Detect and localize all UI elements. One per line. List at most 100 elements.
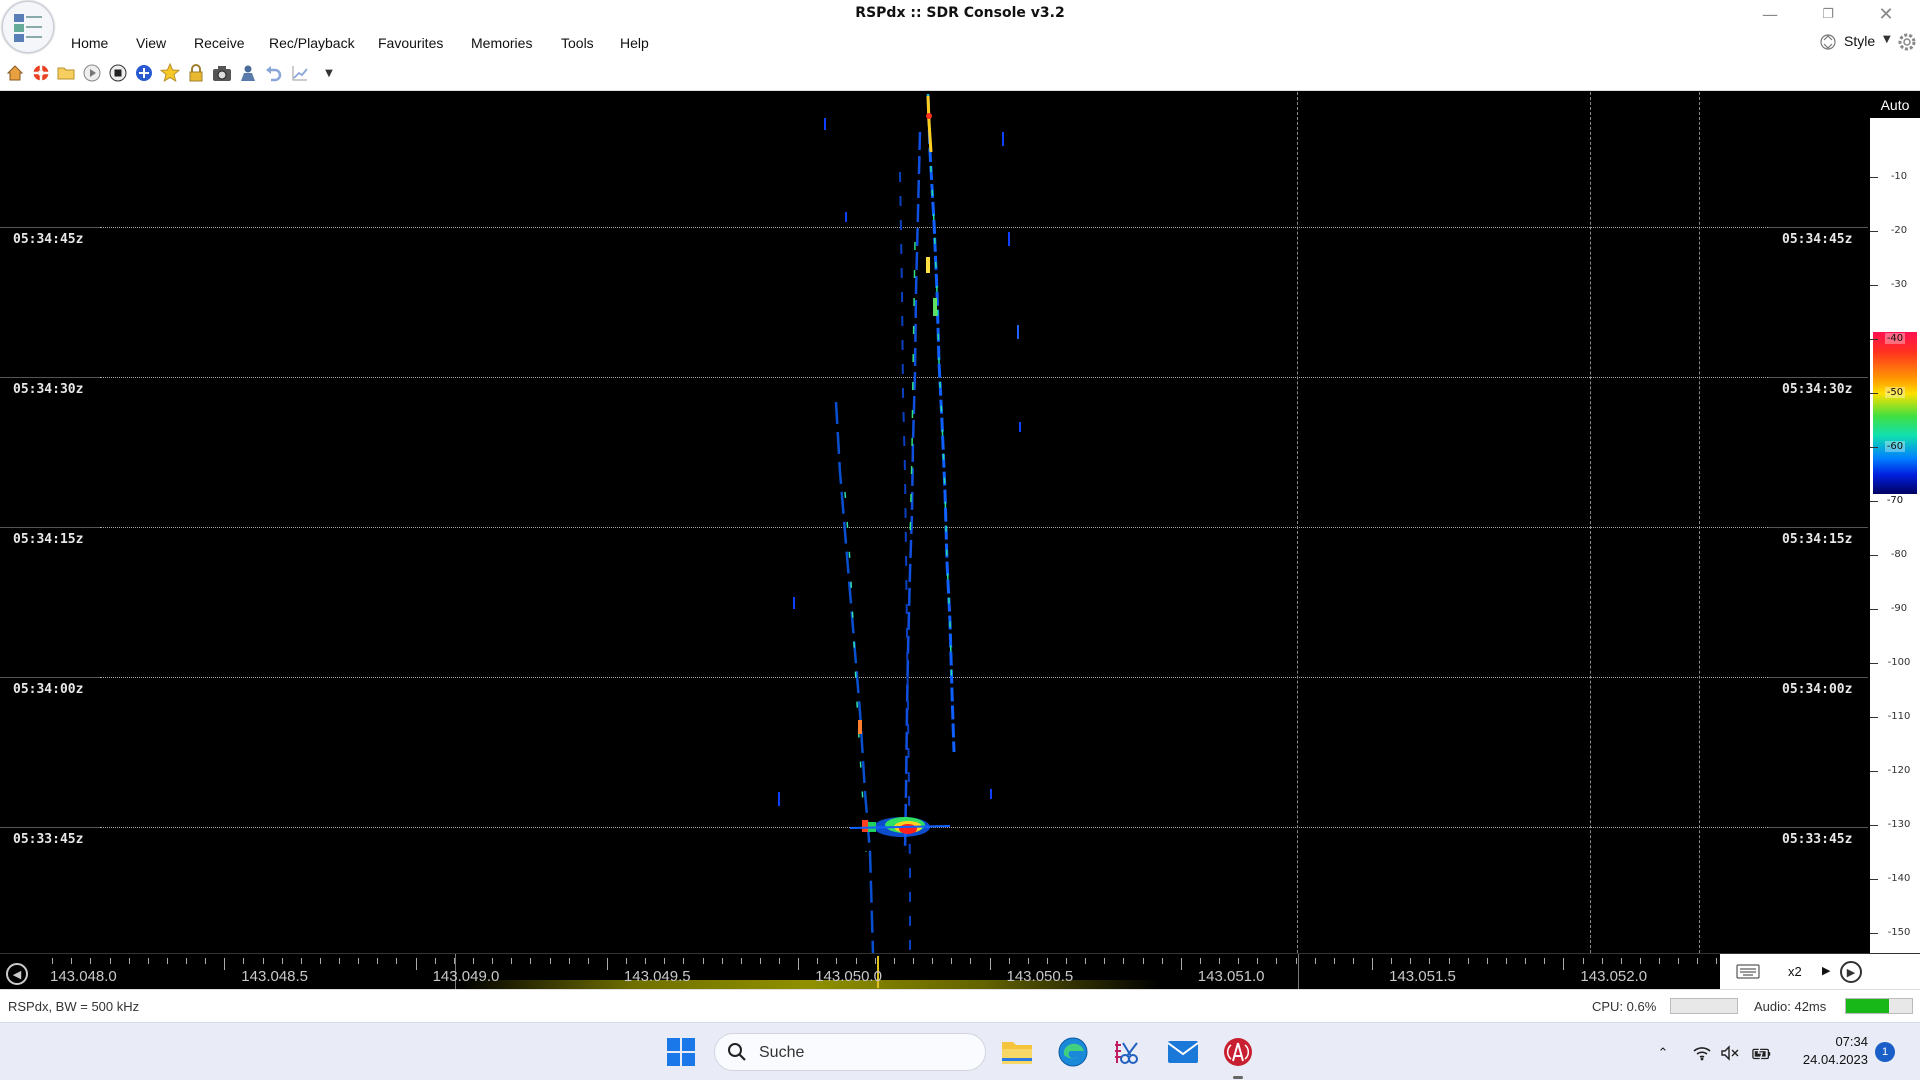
frequency-tick [396, 958, 398, 964]
frequency-tick [568, 958, 570, 964]
db-tick-label: -150 [1887, 927, 1911, 938]
speaker-muted-icon[interactable] [1720, 1043, 1740, 1063]
tray-overflow-icon[interactable]: ⌃ [1653, 1043, 1673, 1063]
frequency-label: 143.050.0 [815, 968, 882, 985]
frequency-tick [224, 958, 226, 970]
frequency-tick [1238, 958, 1240, 964]
device-info: RSPdx, BW = 500 kHz [8, 999, 140, 1014]
folder-icon[interactable] [56, 63, 76, 83]
windows-start-icon[interactable] [664, 1035, 698, 1069]
graph-icon[interactable] [290, 63, 310, 83]
lock-icon[interactable] [186, 63, 206, 83]
frequency-label: 143.049.0 [432, 968, 500, 985]
style-menu[interactable]: Style [1844, 33, 1875, 49]
title-bar: RSPdx :: SDR Console v3.2 — ❐ ✕ [0, 0, 1920, 28]
frequency-tick [855, 958, 857, 964]
frequency-tick [836, 958, 838, 964]
home-icon[interactable] [5, 63, 25, 83]
notification-badge[interactable]: 1 [1875, 1042, 1895, 1062]
scroll-left-button[interactable]: ◀ [6, 963, 28, 985]
arrow-left-icon: ◀ [12, 967, 22, 981]
menu-receive[interactable]: Receive [194, 35, 245, 51]
db-tick-mark [1870, 771, 1878, 772]
stop-icon[interactable] [108, 63, 128, 83]
style-dropdown-icon[interactable]: ▼ [1883, 34, 1891, 45]
minimize-button[interactable]: — [1742, 0, 1798, 28]
frequency-tick [1678, 958, 1680, 964]
lifebuoy-icon[interactable] [31, 63, 51, 83]
auto-scale-button[interactable]: Auto [1870, 92, 1920, 118]
db-tick-label: -120 [1887, 765, 1911, 776]
menu-memories[interactable]: Memories [471, 35, 532, 51]
waterfall-display[interactable]: 05:34:45z 05:34:30z 05:34:15z 05:34:00z … [0, 92, 1870, 953]
frequency-tick [759, 958, 761, 964]
wifi-icon[interactable] [1692, 1043, 1712, 1063]
menu-home[interactable]: Home [71, 35, 108, 51]
frequency-tick [262, 958, 264, 964]
frequency-tick [874, 958, 876, 964]
close-button[interactable]: ✕ [1858, 0, 1914, 28]
frequency-ruler[interactable]: ◀ x2 ▶ ▶ 143.048.0 143.048.5 143.049.0 143.… [0, 953, 1920, 990]
taskbar-clock[interactable]: 07:34 24.04.2023 [1788, 1033, 1868, 1069]
camera-icon[interactable] [212, 63, 232, 83]
mail-icon[interactable] [1166, 1035, 1200, 1069]
search-placeholder: Suche [759, 1044, 805, 1061]
menu-tools[interactable]: Tools [561, 35, 594, 51]
frequency-tick [1257, 958, 1259, 964]
zoom-level[interactable]: x2 [1788, 964, 1802, 979]
frequency-tick [740, 958, 742, 964]
menu-help[interactable]: Help [620, 35, 649, 51]
star-icon[interactable] [160, 63, 180, 83]
play-icon[interactable] [82, 63, 102, 83]
frequency-tick [128, 958, 130, 964]
color-palette-bar[interactable] [1873, 332, 1917, 494]
frequency-tick [1448, 958, 1450, 964]
ribbon-collapse-icon[interactable] [1820, 32, 1836, 52]
frequency-tick [1372, 958, 1374, 970]
frequency-tick [1085, 958, 1087, 964]
keyboard-icon[interactable] [1736, 962, 1762, 980]
frequency-tick [1123, 958, 1125, 964]
scroll-right-button[interactable]: ▶ [1840, 961, 1862, 983]
settings-gear-icon[interactable] [1896, 31, 1918, 53]
menu-view[interactable]: View [136, 35, 166, 51]
frequency-tick [1506, 958, 1507, 964]
db-scale[interactable]: Auto -10 -20 -30 -40 -50 -60 -70 -80 -90 -100 -110… [1870, 92, 1920, 953]
db-tick-mark [1870, 231, 1878, 232]
frequency-tick [989, 958, 991, 970]
ruler-controls: x2 ▶ ▶ [1720, 954, 1920, 990]
file-explorer-icon[interactable] [1000, 1035, 1034, 1069]
frequency-tick [1410, 958, 1412, 964]
menu-favourites[interactable]: Favourites [378, 35, 443, 51]
sdr-console-taskbar-icon[interactable] [1221, 1035, 1255, 1069]
clock-time: 07:34 [1835, 1034, 1868, 1049]
person-icon[interactable] [238, 63, 258, 83]
db-tick-label: -60 [1884, 441, 1906, 452]
battery-icon[interactable] [1752, 1043, 1772, 1063]
restore-button[interactable]: ❐ [1800, 0, 1856, 28]
frequency-label: 143.050.5 [1006, 968, 1074, 985]
snipping-tool-icon[interactable] [1111, 1035, 1145, 1069]
db-tick-mark [1870, 933, 1878, 934]
frequency-label: 143.049.5 [623, 968, 691, 985]
frequency-tick [319, 958, 321, 964]
zoom-arrow-icon[interactable]: ▶ [1822, 964, 1830, 977]
edge-browser-icon[interactable] [1056, 1035, 1090, 1069]
add-circle-icon[interactable] [134, 63, 154, 83]
frequency-tick [798, 958, 800, 970]
frequency-tick [817, 958, 819, 964]
db-tick-label: -90 [1890, 603, 1908, 614]
dropdown-arrow-icon[interactable]: ▼ [319, 63, 339, 83]
audio-latency: Audio: 42ms [1754, 999, 1827, 1014]
frequency-tick [1008, 958, 1010, 964]
frequency-label: 143.051.5 [1389, 968, 1456, 985]
taskbar-search[interactable]: Suche [714, 1033, 986, 1071]
app-menu-button[interactable] [2, 1, 54, 53]
db-tick-mark [1870, 879, 1878, 880]
menu-rec-playback[interactable]: Rec/Playback [269, 35, 355, 51]
audio-meter-fill [1846, 999, 1889, 1013]
frequency-tick [205, 958, 207, 964]
frequency-tick [52, 958, 54, 964]
undo-icon[interactable] [264, 63, 284, 83]
ruler-divider [1298, 954, 1299, 990]
